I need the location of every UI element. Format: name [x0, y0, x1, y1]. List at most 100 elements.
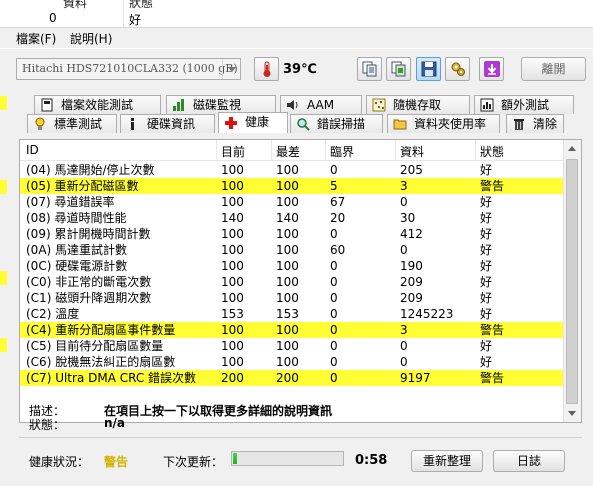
cell-status: 好	[480, 259, 493, 273]
temperature-button[interactable]	[254, 57, 279, 81]
column-header-status[interactable]: 狀態	[480, 143, 504, 160]
table-row[interactable]: (C5) 目前待分配扇區數量 100 100 0 0 好	[20, 338, 563, 354]
tab-benchmark[interactable]: 標準測試	[27, 114, 117, 133]
countdown: 0:58	[355, 453, 388, 468]
menu-bar: 檔案(F) 說明(H)	[0, 28, 593, 48]
cell-threshold: 5	[330, 179, 338, 193]
column-header-worst[interactable]: 最差	[276, 143, 300, 160]
tab-aam[interactable]: AAM	[280, 95, 362, 114]
scroll-down-icon[interactable]	[564, 405, 581, 422]
log-button[interactable]: 日誌	[493, 450, 565, 472]
column-header-data[interactable]: 資料	[400, 143, 424, 160]
description-text: 在項目上按一下以取得更多詳細的說明資訊	[104, 404, 333, 418]
cell-worst: 100	[276, 323, 299, 337]
scroll-thumb[interactable]	[566, 159, 578, 404]
file-benchmark-icon	[41, 98, 53, 112]
cell-data: 0	[400, 339, 408, 353]
status-value: n/a	[104, 416, 126, 430]
refresh-button[interactable]: 重新整理	[411, 450, 483, 472]
column-header-threshold[interactable]: 臨界	[330, 143, 354, 160]
column-divider[interactable]	[325, 140, 326, 160]
cell-status: 警告	[480, 323, 505, 337]
cell-data: 30	[400, 211, 416, 225]
copy-text-button[interactable]	[357, 57, 382, 81]
tab-label: 磁碟監視	[193, 98, 242, 112]
side-highlight	[0, 338, 7, 352]
column-header-id[interactable]: ID	[26, 143, 39, 157]
table-row[interactable]: (0A) 馬達重試計數 100 100 60 0 好	[20, 242, 563, 258]
tab-random-access[interactable]: 隨機存取	[366, 95, 470, 114]
cell-threshold: 0	[330, 355, 338, 369]
column-divider[interactable]	[216, 140, 217, 160]
toolbar: Hitachi HDS721010CLA332 (1000 gB) 39℃ 離開	[0, 48, 593, 94]
table-row[interactable]: (08) 尋道時間性能 140 140 20 30 好	[20, 210, 563, 226]
gears-icon	[451, 62, 465, 76]
side-highlight	[0, 96, 7, 110]
floppy-icon	[421, 61, 437, 77]
table-row[interactable]: (C4) 重新分配扇區事件數量 100 100 0 3 警告	[20, 322, 563, 338]
cell-id: (C0) 非正常的斷電次數	[26, 275, 152, 289]
cell-id: (09) 累計開機時間計數	[26, 227, 151, 241]
table-row[interactable]: (0C) 硬碟電源計數 100 100 0 190 好	[20, 258, 563, 274]
scroll-up-icon[interactable]	[564, 140, 581, 157]
column-divider[interactable]	[475, 140, 476, 160]
column-divider	[123, 0, 124, 27]
column-header-current[interactable]: 目前	[221, 143, 245, 160]
tab-erase[interactable]: 清除	[506, 114, 564, 133]
tab-folder-usage[interactable]: 資料夾使用率	[387, 114, 500, 133]
chevron-down-icon[interactable]	[222, 59, 240, 79]
magnifier-icon	[297, 118, 310, 131]
tab-label: 額外測試	[501, 98, 550, 112]
column-divider[interactable]	[395, 140, 396, 160]
download-button[interactable]	[479, 57, 504, 81]
column-divider[interactable]	[271, 140, 272, 160]
table-row[interactable]: (C6) 脫機無法糾正的扇區數 100 100 0 0 好	[20, 354, 563, 370]
table-row[interactable]: (C2) 溫度 153 153 0 1245223 好	[20, 306, 563, 322]
drive-select[interactable]: Hitachi HDS721010CLA332 (1000 gB)	[16, 58, 241, 80]
cell-id: (04) 馬達開始/停止次數	[26, 163, 155, 177]
tab-label: 錯誤掃描	[317, 117, 366, 131]
table-row[interactable]: (07) 尋道錯誤率 100 100 67 0 好	[20, 194, 563, 210]
table-row[interactable]: (05) 重新分配磁區數 100 100 5 3 警告	[20, 178, 563, 194]
cell-current: 100	[221, 259, 244, 273]
tab-health[interactable]: 健康	[218, 112, 288, 133]
tab-error-scan[interactable]: 錯誤掃描	[290, 114, 383, 133]
red-cross-icon	[225, 117, 237, 129]
cell-worst: 100	[276, 195, 299, 209]
table-row[interactable]: (C7) Ultra DMA CRC 錯誤次數 200 200 0 9197 警告	[20, 370, 563, 386]
cell-status: 好	[480, 355, 493, 369]
cell-current: 153	[221, 307, 244, 321]
menu-help[interactable]: 說明(H)	[67, 30, 115, 47]
cell-status: 好	[480, 243, 493, 257]
status-label: 狀態：	[29, 418, 66, 432]
cell-threshold: 0	[330, 307, 338, 321]
tab-info[interactable]: 硬碟資訊	[120, 114, 215, 133]
bg-cell-value: 好	[129, 13, 142, 27]
table-row[interactable]: (09) 累計開機時間計數 100 100 0 412 好	[20, 226, 563, 242]
copy-screenshot-button[interactable]	[386, 57, 411, 81]
cell-status: 好	[480, 211, 493, 225]
cell-worst: 100	[276, 163, 299, 177]
tab-extra-tests[interactable]: 額外測試	[474, 95, 574, 114]
save-button[interactable]	[416, 57, 441, 81]
tab-label: 健康	[245, 115, 270, 129]
vertical-scrollbar[interactable]	[563, 140, 581, 422]
cell-status: 好	[480, 195, 493, 209]
options-button[interactable]	[445, 57, 470, 81]
cell-worst: 140	[276, 211, 299, 225]
thermometer-icon	[263, 61, 271, 77]
tab-file-benchmark[interactable]: 檔案效能測試	[34, 95, 161, 114]
cell-data: 209	[400, 275, 423, 289]
table-row[interactable]: (04) 馬達開始/停止次數 100 100 0 205 好	[20, 162, 563, 178]
table-row[interactable]: (C0) 非正常的斷電次數 100 100 0 209 好	[20, 274, 563, 290]
table-row[interactable]: (C1) 磁頭升降週期次數 100 100 0 209 好	[20, 290, 563, 306]
health-status-label: 健康狀況：	[29, 455, 90, 469]
cell-current: 200	[221, 371, 244, 385]
exit-button[interactable]: 離開	[521, 57, 586, 81]
cell-worst: 100	[276, 275, 299, 289]
cell-id: (C7) Ultra DMA CRC 錯誤次數	[26, 371, 197, 385]
cell-threshold: 60	[330, 243, 346, 257]
cell-id: (C1) 磁頭升降週期次數	[26, 291, 152, 305]
cell-current: 100	[221, 323, 244, 337]
menu-file[interactable]: 檔案(F)	[13, 30, 59, 47]
